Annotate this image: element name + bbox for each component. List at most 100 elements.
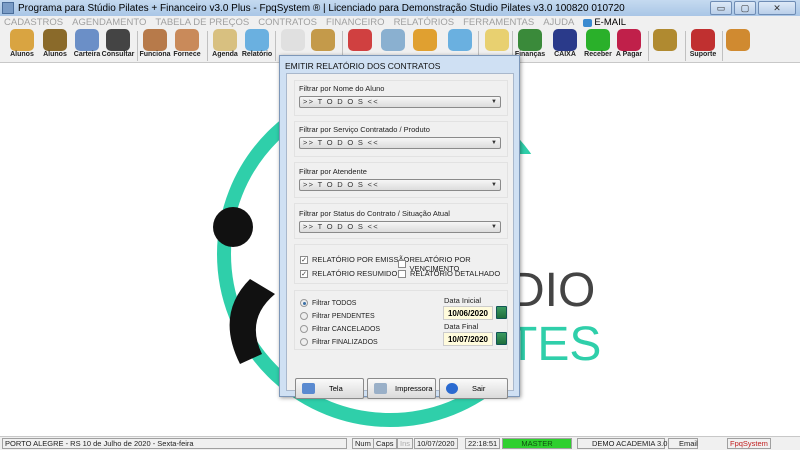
date-start-input[interactable]: 10/06/2020 [443, 306, 493, 320]
filter-label: Filtrar por Nome do Aluno [299, 84, 385, 93]
toolbar-button-suporte[interactable]: Suporte [687, 29, 719, 63]
button-label: Tela [329, 384, 343, 393]
toolbar-icon [311, 29, 335, 51]
logo-figure-body [229, 279, 275, 364]
menu-item[interactable]: TABELA DE PREÇOS [155, 17, 249, 28]
select-value: >> T O D O S << [303, 180, 379, 189]
toolbar-icon [518, 29, 542, 51]
aluno-select[interactable]: >> T O D O S << ▼ [299, 96, 501, 108]
radio-button[interactable] [300, 338, 308, 346]
toolbar-icon [213, 29, 237, 51]
menu-bar: CADASTROS AGENDAMENTO TABELA DE PREÇOS CONT… [0, 16, 800, 29]
toolbar-icon [75, 29, 99, 51]
status-location: PORTO ALEGRE - RS 10 de Julho de 2020 - … [2, 438, 347, 449]
printer-icon [374, 383, 387, 394]
printer-button[interactable]: Impressora [367, 378, 436, 399]
toolbar-icon [691, 29, 715, 51]
status-brand: FpqSystem [727, 438, 771, 449]
toolbar-button-item19[interactable] [649, 29, 681, 63]
exit-button[interactable]: Sair [439, 378, 508, 399]
radio-finalizados[interactable]: Filtrar FINALIZADOS [300, 338, 378, 346]
checkbox[interactable]: ✓ [300, 269, 308, 278]
toolbar-icon [448, 29, 472, 51]
checkbox[interactable] [398, 269, 406, 278]
radio-todos[interactable]: Filtrar TODOS [300, 299, 356, 307]
calendar-icon[interactable] [496, 332, 507, 345]
toolbar-icon [617, 29, 641, 51]
toolbar-button-fornece[interactable]: Fornece [171, 29, 203, 63]
toolbar-icon [553, 29, 577, 51]
menu-item[interactable]: FINANCEIRO [326, 17, 385, 28]
radio-label: Filtrar FINALIZADOS [312, 338, 378, 346]
chevron-down-icon: ▼ [491, 99, 497, 105]
servico-select[interactable]: >> T O D O S << ▼ [299, 137, 501, 149]
menu-item[interactable]: FERRAMENTAS [463, 17, 534, 28]
toolbar-label: Relatório [241, 51, 273, 58]
status-bar: PORTO ALEGRE - RS 10 de Julho de 2020 - … [0, 436, 800, 450]
status-company: DEMO ACADEMIA 3.0 [577, 438, 667, 449]
status-user: MASTER [502, 438, 572, 449]
menu-item[interactable]: RELATÓRIOS [394, 17, 455, 28]
radio-button[interactable] [300, 325, 308, 333]
toolbar-separator [685, 31, 686, 61]
maximize-button[interactable]: ▢ [734, 1, 756, 15]
checkbox[interactable] [398, 260, 406, 268]
check-resumido[interactable]: ✓ RELATÓRIO RESUMIDO [300, 269, 397, 278]
report-dialog: EMITIR RELATÓRIO DOS CONTRATOS Filtrar p… [279, 55, 520, 399]
radio-cancelados[interactable]: Filtrar CANCELADOS [300, 325, 380, 333]
chevron-down-icon: ▼ [491, 182, 497, 188]
toolbar-icon [143, 29, 167, 51]
status-email[interactable]: Email [668, 438, 698, 449]
radio-button[interactable] [300, 299, 308, 307]
toolbar-icon [381, 29, 405, 51]
monitor-icon [302, 383, 315, 394]
toolbar-icon [281, 29, 305, 51]
status-date: 10/07/2020 [414, 438, 458, 449]
check-label: RELATÓRIO RESUMIDO [312, 269, 398, 278]
status-time: 22:18:51 [465, 438, 501, 449]
check-emissao[interactable]: ✓ RELATÓRIO POR EMISSÃO [300, 255, 409, 264]
select-value: >> T O D O S << [303, 222, 379, 231]
status-select[interactable]: >> T O D O S << ▼ [299, 221, 501, 233]
toolbar-icon [348, 29, 372, 51]
menu-item[interactable]: AGENDAMENTO [72, 17, 146, 28]
chevron-down-icon: ▼ [491, 140, 497, 146]
toolbar-button-apagar[interactable]: A Pagar [613, 29, 645, 63]
calendar-icon[interactable] [496, 306, 507, 319]
toolbar-label: A Pagar [615, 51, 643, 58]
menu-item-email[interactable]: E-MAIL [583, 17, 626, 28]
close-button[interactable]: ✕ [758, 1, 796, 15]
menu-item[interactable]: CADASTROS [4, 17, 63, 28]
menu-item[interactable]: CONTRATOS [258, 17, 317, 28]
radio-label: Filtrar TODOS [312, 299, 357, 307]
date-end-input[interactable]: 10/07/2020 [443, 332, 493, 346]
toolbar-icon [43, 29, 67, 51]
atendente-select[interactable]: >> T O D O S << ▼ [299, 179, 501, 191]
screen-button[interactable]: Tela [295, 378, 364, 399]
status-caps: Caps [373, 438, 397, 449]
radio-label: Filtrar CANCELADOS [312, 325, 381, 333]
checkbox[interactable]: ✓ [300, 255, 308, 264]
toolbar-icon [175, 29, 199, 51]
menu-email-label: E-MAIL [594, 17, 627, 28]
button-label: Sair [472, 384, 486, 393]
minimize-button[interactable]: ▭ [710, 1, 732, 15]
toolbar-button-relatrio[interactable]: Relatório [241, 29, 273, 63]
radio-button[interactable] [300, 312, 308, 320]
toolbar-button-consultar[interactable]: Consultar [102, 29, 134, 63]
window-title: Programa para Stúdio Pilates + Financeir… [18, 2, 625, 14]
filter-label: Filtrar por Status do Contrato / Situaçã… [299, 209, 450, 218]
toolbar-button-item21[interactable] [722, 29, 754, 63]
toolbar-icon [485, 29, 509, 51]
button-label: Impressora [395, 384, 433, 393]
toolbar-separator [207, 31, 208, 61]
app-icon [2, 2, 14, 14]
menu-item[interactable]: AJUDA [543, 17, 574, 28]
chevron-down-icon: ▼ [491, 224, 497, 230]
check-detalhado[interactable]: RELATÓRIO DETALHADO [398, 269, 500, 278]
logo-figure-head [213, 207, 253, 247]
check-label: RELATÓRIO DETALHADO [410, 269, 501, 278]
logo-text-top: DIO [510, 264, 595, 317]
toolbar-separator [648, 31, 649, 61]
radio-pendentes[interactable]: Filtrar PENDENTES [300, 312, 375, 320]
